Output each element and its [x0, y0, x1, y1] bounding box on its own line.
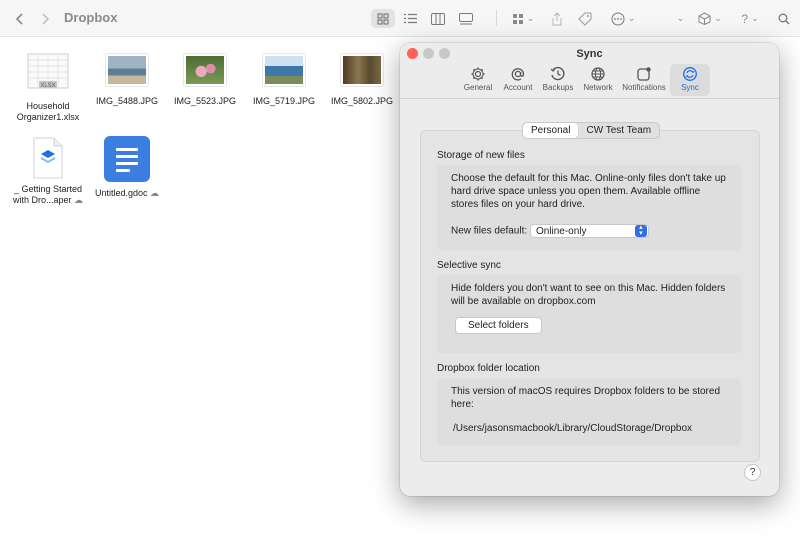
- sync-window: Sync General Account Backups Network Not…: [400, 43, 779, 496]
- image-thumbnail: [106, 54, 148, 86]
- gallery-icon: [459, 12, 473, 24]
- selective-sync-description: Hide folders you don't want to see on th…: [451, 283, 726, 307]
- chevron-down-icon: ⌄: [751, 13, 759, 23]
- folder-location-description: This version of macOS requires Dropbox f…: [451, 386, 721, 410]
- help-button[interactable]: ?: [744, 464, 761, 481]
- cloud-icon: ☁: [74, 195, 84, 205]
- cloud-icon: ☁: [150, 188, 160, 198]
- sync-icon: [683, 67, 697, 81]
- gdoc-icon: [104, 136, 150, 182]
- storage-section-title: Storage of new files: [437, 150, 525, 161]
- clock-icon: [550, 66, 565, 81]
- tab-backups[interactable]: Backups: [538, 64, 578, 96]
- file-name: IMG_5488.JPG: [95, 96, 159, 106]
- share-icon: [552, 11, 562, 25]
- file-name: Untitled.gdoc ☁: [94, 188, 160, 198]
- tag-icon: [578, 12, 592, 26]
- gear-icon: [471, 67, 485, 81]
- account-segmented-control: Personal CW Test Team: [522, 122, 661, 139]
- tab-network[interactable]: Network: [578, 64, 618, 96]
- preferences-tabs: General Account Backups Network Notifica…: [458, 64, 710, 96]
- svg-text:XLSX: XLSX: [40, 83, 55, 89]
- file-item[interactable]: _ Getting Started with Dro...aper ☁: [6, 136, 90, 206]
- chevron-up-down-icon: ▴ ▾: [634, 224, 647, 237]
- back-button[interactable]: [13, 9, 27, 28]
- file-item[interactable]: XLSX Household Organizer1.xlsx: [6, 52, 90, 123]
- grid-icon: [377, 13, 389, 24]
- tab-account[interactable]: Account: [498, 64, 538, 96]
- file-name: IMG_5719.JPG: [252, 96, 316, 106]
- tab-general[interactable]: General: [458, 64, 498, 96]
- box-icon: [698, 12, 711, 25]
- forward-button[interactable]: [38, 9, 52, 28]
- window-title: Dropbox: [64, 10, 118, 25]
- share-button[interactable]: [549, 9, 565, 28]
- action-button[interactable]: ⌄: [609, 9, 637, 28]
- select-folders-button[interactable]: Select folders: [455, 317, 542, 334]
- chevron-right-icon: [42, 12, 49, 25]
- dropbox-menu-button[interactable]: ⌄: [697, 9, 723, 28]
- more-icon: [611, 12, 625, 25]
- file-name: _ Getting Started with Dro...aper ☁: [12, 184, 84, 205]
- search-button[interactable]: [777, 9, 791, 28]
- dropdown-button[interactable]: ⌄: [673, 9, 685, 28]
- search-icon: [778, 13, 790, 24]
- paper-doc-icon: [33, 137, 63, 179]
- tag-button[interactable]: [577, 9, 593, 28]
- finder-toolbar: Dropbox ⌄ ⌄ ⌄ ⌄ ? ⌄: [0, 0, 800, 37]
- file-name: IMG_5523.JPG: [173, 96, 237, 106]
- segment-personal[interactable]: Personal: [523, 123, 579, 138]
- file-item[interactable]: IMG_5488.JPG: [85, 54, 169, 107]
- chevron-down-icon: ⌄: [526, 13, 535, 23]
- column-view-button[interactable]: [426, 9, 450, 28]
- globe-icon: [591, 67, 605, 81]
- file-item[interactable]: IMG_5719.JPG: [242, 54, 326, 107]
- spreadsheet-icon: XLSX: [27, 53, 69, 89]
- file-item[interactable]: Untitled.gdoc ☁: [85, 136, 169, 199]
- storage-description: Choose the default for this Mac. Online-…: [451, 173, 726, 210]
- list-view-button[interactable]: [398, 9, 422, 28]
- new-files-default-label: New files default:: [451, 225, 528, 237]
- selective-sync-box: Hide folders you don't want to see on th…: [437, 275, 741, 353]
- chevron-left-icon: [16, 12, 23, 25]
- new-files-default-select[interactable]: Online-only ▴ ▾: [529, 224, 649, 238]
- segment-team[interactable]: CW Test Team: [578, 123, 659, 138]
- image-thumbnail: [263, 54, 305, 86]
- at-icon: [511, 68, 525, 81]
- chevron-down-icon: ⌄: [676, 13, 685, 23]
- help-menu-button[interactable]: ? ⌄: [738, 9, 762, 28]
- window-header: Sync General Account Backups Network Not…: [400, 43, 779, 99]
- file-item[interactable]: IMG_5523.JPG: [163, 54, 247, 107]
- window-title: Sync: [576, 48, 603, 60]
- chevron-down-icon: ⌄: [627, 13, 636, 23]
- tab-notifications[interactable]: Notifications: [618, 64, 670, 96]
- chevron-down-icon: ⌄: [714, 13, 722, 23]
- list-icon: [403, 13, 417, 24]
- folder-location-title: Dropbox folder location: [437, 363, 540, 374]
- notification-icon: [637, 67, 651, 81]
- selective-sync-title: Selective sync: [437, 260, 501, 271]
- file-item[interactable]: IMG_5802.JPG: [320, 54, 404, 107]
- file-name: Household Organizer1.xlsx: [16, 101, 80, 122]
- group-button[interactable]: ⌄: [510, 9, 536, 28]
- folder-path: /Users/jasonsmacbook/Library/CloudStorag…: [453, 423, 693, 434]
- tab-sync[interactable]: Sync: [670, 64, 710, 96]
- file-name: IMG_5802.JPG: [330, 96, 394, 106]
- storage-box: Choose the default for this Mac. Online-…: [437, 165, 741, 250]
- group-grid-icon: [512, 13, 523, 24]
- columns-icon: [431, 12, 445, 25]
- image-thumbnail: [184, 54, 226, 86]
- image-thumbnail: [341, 54, 383, 86]
- question-icon: ?: [741, 11, 749, 26]
- folder-location-box: This version of macOS requires Dropbox f…: [437, 378, 741, 446]
- icon-view-button[interactable]: [371, 9, 395, 28]
- gallery-view-button[interactable]: [454, 9, 478, 28]
